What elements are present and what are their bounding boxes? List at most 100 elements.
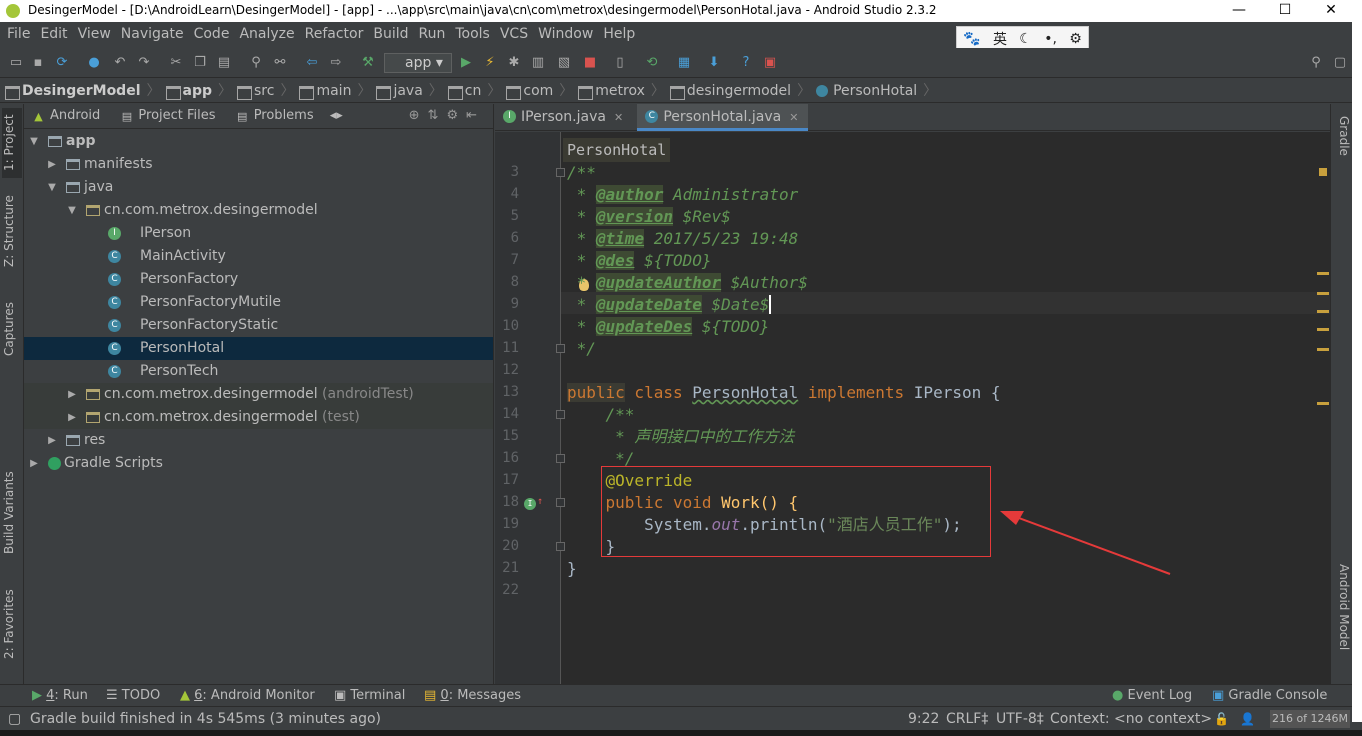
avd-manager-icon[interactable]: ▯: [612, 55, 628, 71]
line-separator[interactable]: CRLF‡: [946, 707, 988, 731]
tab-structure[interactable]: Z: Structure: [2, 188, 22, 274]
tabs-overflow-icon[interactable]: ◂▸: [326, 104, 351, 128]
run-tool-button[interactable]: ▶ 4: Run: [32, 685, 88, 707]
tree-item-personfactory[interactable]: C PersonFactory: [24, 268, 493, 291]
minimize-button[interactable]: —: [1216, 0, 1262, 22]
coverage-icon[interactable]: ▥: [530, 55, 546, 71]
close-tab-icon[interactable]: ✕: [789, 111, 798, 124]
android-device-monitor-icon[interactable]: ▣: [762, 55, 778, 71]
cut-icon[interactable]: ✂: [168, 55, 184, 71]
terminal-tool-button[interactable]: ▣ Terminal: [334, 685, 405, 707]
fold-marker[interactable]: [556, 454, 565, 463]
crumb-class[interactable]: PersonHotal: [811, 79, 923, 103]
ime-lang[interactable]: 英: [993, 29, 1007, 49]
editor-tab-iperson[interactable]: I IPerson.java ✕: [495, 104, 633, 130]
tree-item-app[interactable]: ▼ app: [24, 130, 493, 153]
tree-item-personfactorystatic[interactable]: C PersonFactoryStatic: [24, 314, 493, 337]
lock-icon[interactable]: 🔓: [1214, 707, 1229, 731]
tab-build-variants[interactable]: Build Variants: [2, 464, 22, 562]
fold-marker[interactable]: [556, 542, 565, 551]
make-icon[interactable]: ⚒: [360, 55, 376, 71]
status-panel-toggle-icon[interactable]: ▢: [8, 707, 21, 731]
instant-run-icon[interactable]: ⚡: [482, 55, 498, 71]
menu-navigate[interactable]: Navigate: [116, 22, 189, 46]
messages-tool-button[interactable]: ▤ 0: Messages: [424, 685, 521, 707]
stop-icon[interactable]: ■: [582, 55, 598, 71]
menu-file[interactable]: File: [2, 22, 35, 46]
menu-view[interactable]: View: [73, 22, 116, 46]
copy-icon[interactable]: ❐: [192, 55, 208, 71]
stripe-mark[interactable]: [1317, 328, 1329, 331]
code-editor[interactable]: PersonHotal 3 4 5 6 7 8 9 10 11 12 13 14 15 16 17 18 19 2…: [495, 132, 1330, 684]
event-log-tool-button[interactable]: ● Event Log: [1112, 685, 1192, 707]
error-stripe[interactable]: [1315, 132, 1330, 684]
stripe-mark[interactable]: [1317, 310, 1329, 313]
crumb-java[interactable]: java: [371, 79, 428, 103]
sdk-manager-icon[interactable]: ⬇: [706, 55, 722, 71]
tree-item-package-test[interactable]: ▶ cn.com.metrox.desingermodel (test): [24, 406, 493, 429]
crumb-cn[interactable]: cn: [443, 79, 488, 103]
memory-indicator[interactable]: 216 of 1246M: [1270, 710, 1350, 728]
help-icon[interactable]: ?: [738, 55, 754, 71]
project-structure-icon[interactable]: ▦: [676, 55, 692, 71]
menu-tools[interactable]: Tools: [450, 22, 495, 46]
caret-position[interactable]: 9:22: [908, 707, 939, 731]
fold-marker[interactable]: [556, 498, 565, 507]
context-indicator[interactable]: Context: <no context>: [1050, 707, 1212, 731]
close-button[interactable]: ✕: [1308, 0, 1354, 22]
menu-code[interactable]: Code: [189, 22, 235, 46]
menu-help[interactable]: Help: [598, 22, 640, 46]
tab-problems[interactable]: ▤ Problems: [228, 104, 322, 128]
run-icon[interactable]: ▶: [458, 55, 474, 71]
tree-item-iperson[interactable]: I IPerson: [24, 222, 493, 245]
todo-tool-button[interactable]: ☰ TODO: [106, 685, 160, 707]
paw-icon[interactable]: 🐾: [963, 31, 980, 47]
tree-item-mainactivity[interactable]: C MainActivity: [24, 245, 493, 268]
tab-android-view[interactable]: ▲ Android: [24, 104, 108, 128]
moon-icon[interactable]: ☾: [1019, 31, 1032, 47]
panel-tools[interactable]: ⊕⇅⚙⇤: [409, 108, 485, 123]
crumb-module[interactable]: app: [161, 79, 219, 103]
redo-icon[interactable]: ↷: [136, 55, 152, 71]
close-tab-icon[interactable]: ✕: [614, 111, 623, 124]
undo-icon[interactable]: ↶: [112, 55, 128, 71]
status-message[interactable]: Gradle build finished in 4s 545ms (3 min…: [30, 707, 381, 731]
tab-android-model[interactable]: Android Model: [1333, 564, 1351, 674]
save-icon[interactable]: ▪: [30, 55, 46, 71]
attach-debugger-icon[interactable]: ▧: [556, 55, 572, 71]
menu-window[interactable]: Window: [533, 22, 598, 46]
stripe-mark[interactable]: [1317, 272, 1329, 275]
fold-marker[interactable]: [556, 344, 565, 353]
profile-icon[interactable]: ▢: [1332, 55, 1348, 71]
file-encoding[interactable]: UTF-8‡: [996, 707, 1044, 731]
menu-analyze[interactable]: Analyze: [234, 22, 299, 46]
menu-refactor[interactable]: Refactor: [300, 22, 369, 46]
stripe-mark[interactable]: [1317, 402, 1329, 405]
crumb-metrox[interactable]: metrox: [573, 79, 651, 103]
run-config-select[interactable]: app ▾: [384, 53, 452, 73]
open-icon[interactable]: ▭: [8, 55, 24, 71]
tree-item-personfactorymutile[interactable]: C PersonFactoryMutile: [24, 291, 493, 314]
replace-icon[interactable]: ⚯: [272, 55, 288, 71]
sync-icon[interactable]: ⟳: [54, 55, 70, 71]
tab-gradle[interactable]: Gradle: [1333, 116, 1351, 176]
implements-method-icon[interactable]: I: [524, 498, 536, 510]
tab-project-files[interactable]: ▤ Project Files: [112, 104, 223, 128]
stripe-mark[interactable]: [1317, 292, 1329, 295]
forward-icon[interactable]: ⇨: [328, 55, 344, 71]
tree-item-manifests[interactable]: ▶ manifests: [24, 153, 493, 176]
tree-item-personhotal[interactable]: C PersonHotal: [24, 337, 493, 360]
inspector-icon[interactable]: 👤: [1240, 707, 1255, 731]
fold-marker[interactable]: [556, 168, 565, 177]
menu-run[interactable]: Run: [414, 22, 451, 46]
fold-marker[interactable]: [556, 410, 565, 419]
maximize-button[interactable]: ☐: [1262, 0, 1308, 22]
sync-gradle-icon[interactable]: ⟲: [644, 55, 660, 71]
tree-item-gradle-scripts[interactable]: ▶ Gradle Scripts: [24, 452, 493, 475]
tab-captures[interactable]: Captures: [2, 294, 22, 364]
punct-icon[interactable]: •,: [1044, 31, 1057, 47]
gradle-console-tool-button[interactable]: ▣ Gradle Console: [1212, 685, 1327, 707]
tree-item-persontech[interactable]: C PersonTech: [24, 360, 493, 383]
tab-project[interactable]: 1: Project: [2, 108, 22, 178]
stripe-mark[interactable]: [1317, 348, 1329, 351]
